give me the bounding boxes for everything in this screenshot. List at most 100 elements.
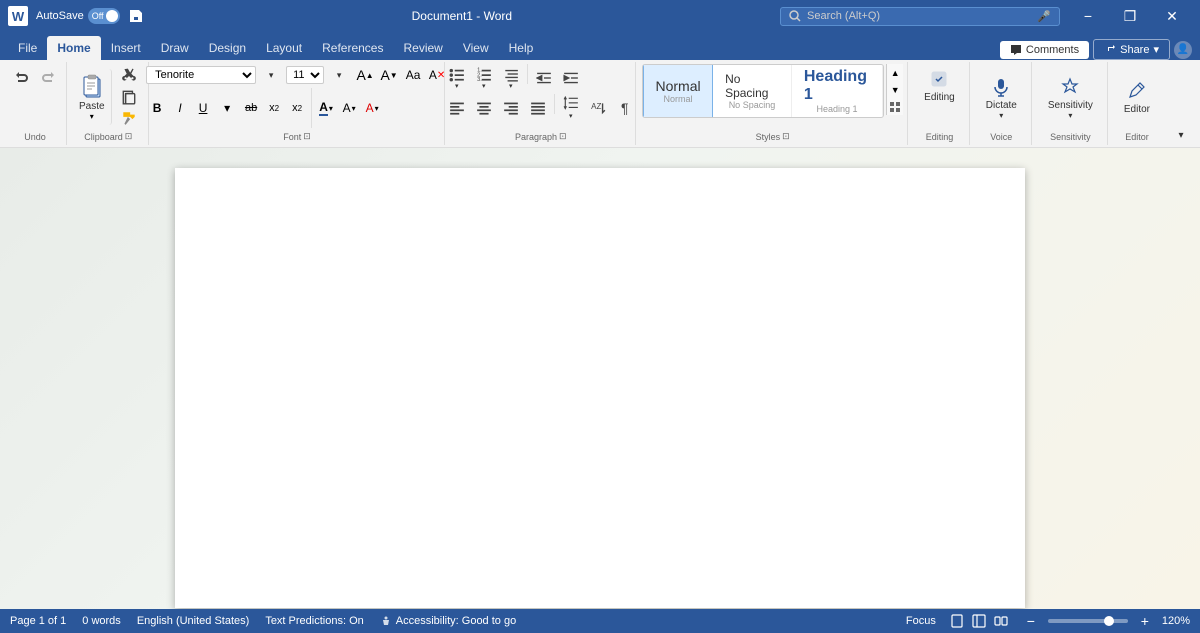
font-expand-icon[interactable]: ⊡ (303, 131, 311, 142)
sensitivity-group-label: Sensitivity (1050, 131, 1091, 143)
window-controls: − ❐ ✕ (1068, 2, 1192, 30)
clipboard-expand-icon[interactable]: ⊡ (125, 131, 133, 142)
focus-button[interactable]: Focus (902, 613, 940, 629)
show-marks-button[interactable]: ¶ (612, 94, 638, 122)
text-color-button[interactable]: A ▾ (315, 97, 337, 119)
print-layout-view[interactable] (948, 612, 966, 630)
tab-home[interactable]: Home (47, 36, 100, 60)
align-right-button[interactable] (498, 94, 524, 122)
styles-expand-btn[interactable] (887, 98, 903, 115)
format-painter-button[interactable] (116, 108, 142, 128)
subscript-button[interactable]: x2 (263, 97, 285, 119)
tab-references[interactable]: References (312, 36, 393, 60)
cut-button[interactable] (116, 66, 142, 86)
share-button[interactable]: Share ▾ (1093, 39, 1170, 60)
bold-button[interactable]: B (146, 97, 168, 119)
increase-indent-button[interactable] (558, 64, 584, 92)
tab-layout[interactable]: Layout (256, 36, 312, 60)
text-predictions[interactable]: Text Predictions: On (265, 615, 363, 627)
paste-dropdown-icon: ▾ (90, 112, 94, 121)
comments-button[interactable]: Comments (1000, 41, 1089, 59)
editing-section-label: Editing (926, 132, 954, 142)
text-effect-a: A (366, 101, 374, 115)
strikethrough-button[interactable]: ▾ (216, 97, 238, 119)
highlight-a: A (343, 101, 351, 115)
editing-group-label: Editing (926, 131, 954, 143)
styles-scroll-up[interactable]: ▲ (887, 64, 903, 81)
style-normal-item[interactable]: Normal Normal (643, 64, 713, 118)
decrease-font-button[interactable]: A▼ (378, 64, 400, 86)
redo-button[interactable] (36, 66, 62, 86)
editor-content: Editor (1116, 64, 1158, 131)
tab-view[interactable]: View (453, 36, 499, 60)
zoom-in-button[interactable]: + (1132, 611, 1158, 631)
tab-insert[interactable]: Insert (101, 36, 151, 60)
dictate-label: Dictate (986, 100, 1017, 111)
align-center-button[interactable] (471, 94, 497, 122)
copy-button[interactable] (116, 87, 142, 107)
numbered-list-button[interactable]: 1.2.3. ▾ (471, 64, 497, 92)
document-page[interactable] (175, 168, 1025, 608)
paste-button[interactable]: Paste ▾ (73, 69, 112, 125)
search-box[interactable]: Search (Alt+Q) 🎤 (780, 7, 1060, 26)
multilevel-list-button[interactable]: ▾ (498, 64, 524, 92)
zoom-out-button[interactable]: − (1018, 611, 1044, 631)
decrease-indent-button[interactable] (531, 64, 557, 92)
tab-help[interactable]: Help (499, 36, 544, 60)
ribbon-toolbar: Undo Paste ▾ (0, 60, 1200, 148)
paragraph-expand-icon[interactable]: ⊡ (559, 131, 567, 142)
font-case-button[interactable]: Aa (402, 64, 424, 86)
restore-button[interactable]: ❐ (1110, 2, 1150, 30)
autosave-toggle[interactable]: Off (88, 8, 120, 24)
undo-redo-content (8, 66, 62, 131)
minimize-button[interactable]: − (1068, 2, 1108, 30)
accessibility-status[interactable]: Accessibility: Good to go (380, 615, 516, 627)
style-nospacing-item[interactable]: No Spacing No Spacing (713, 64, 792, 118)
dictate-button[interactable]: Dictate ▾ (978, 72, 1025, 124)
zoom-track[interactable] (1048, 619, 1128, 623)
tab-draw[interactable]: Draw (151, 36, 199, 60)
styles-scroll-down[interactable]: ▼ (887, 81, 903, 98)
paragraph-label: Paragraph ⊡ (515, 130, 567, 143)
zoom-thumb[interactable] (1104, 616, 1114, 626)
language[interactable]: English (United States) (137, 615, 250, 627)
tab-file[interactable]: File (8, 36, 47, 60)
styles-expand-icon[interactable]: ⊡ (782, 131, 790, 142)
document-area (0, 148, 1200, 609)
strikethrough-btn[interactable]: ab (240, 97, 262, 119)
editor-group: Editor Editor (1110, 62, 1164, 145)
editing-button[interactable]: Editing (916, 64, 963, 107)
italic-button[interactable]: I (169, 97, 191, 119)
save-icon[interactable] (128, 8, 144, 24)
tab-review[interactable]: Review (393, 36, 452, 60)
font-name-dropdown[interactable]: ▾ (258, 70, 284, 81)
justify-button[interactable] (525, 94, 551, 122)
toggle-knob (106, 10, 118, 22)
font-group: Tenorite ▾ 11 ▾ A▲ A▼ Aa A✕ B I U ▾ ab x… (151, 62, 445, 145)
sort-button[interactable]: AZ (585, 94, 611, 122)
close-button[interactable]: ✕ (1152, 2, 1192, 30)
undo-button[interactable] (8, 66, 34, 86)
bullet-list-button[interactable]: ▾ (444, 64, 470, 92)
zoom-level[interactable]: 120% (1162, 615, 1190, 627)
line-spacing-button[interactable]: ▾ (558, 94, 584, 122)
font-size-select[interactable]: 11 (286, 66, 324, 84)
underline-button[interactable]: U (192, 97, 214, 119)
search-placeholder: Search (Alt+Q) (807, 10, 880, 22)
editor-button[interactable]: Editor (1116, 76, 1158, 119)
superscript-button[interactable]: x2 (286, 97, 308, 119)
sensitivity-button[interactable]: Sensitivity ▾ (1040, 72, 1101, 124)
font-size-dropdown[interactable]: ▾ (326, 70, 352, 81)
user-avatar[interactable]: 👤 (1174, 41, 1192, 59)
text-effect-button[interactable]: A ▾ (361, 97, 383, 119)
reader-view[interactable] (992, 612, 1010, 630)
style-heading1-item[interactable]: Heading 1 Heading 1 (792, 64, 883, 118)
highlight-color-button[interactable]: A ▾ (338, 97, 360, 119)
align-left-button[interactable] (444, 94, 470, 122)
font-name-select[interactable]: Tenorite (146, 66, 256, 84)
tab-design[interactable]: Design (199, 36, 256, 60)
para-row1: ▾ 1.2.3. ▾ ▾ (444, 64, 638, 92)
web-view[interactable] (970, 612, 988, 630)
ribbon-expand-button[interactable]: ▾ (1168, 128, 1194, 143)
increase-font-button[interactable]: A▲ (354, 64, 376, 86)
